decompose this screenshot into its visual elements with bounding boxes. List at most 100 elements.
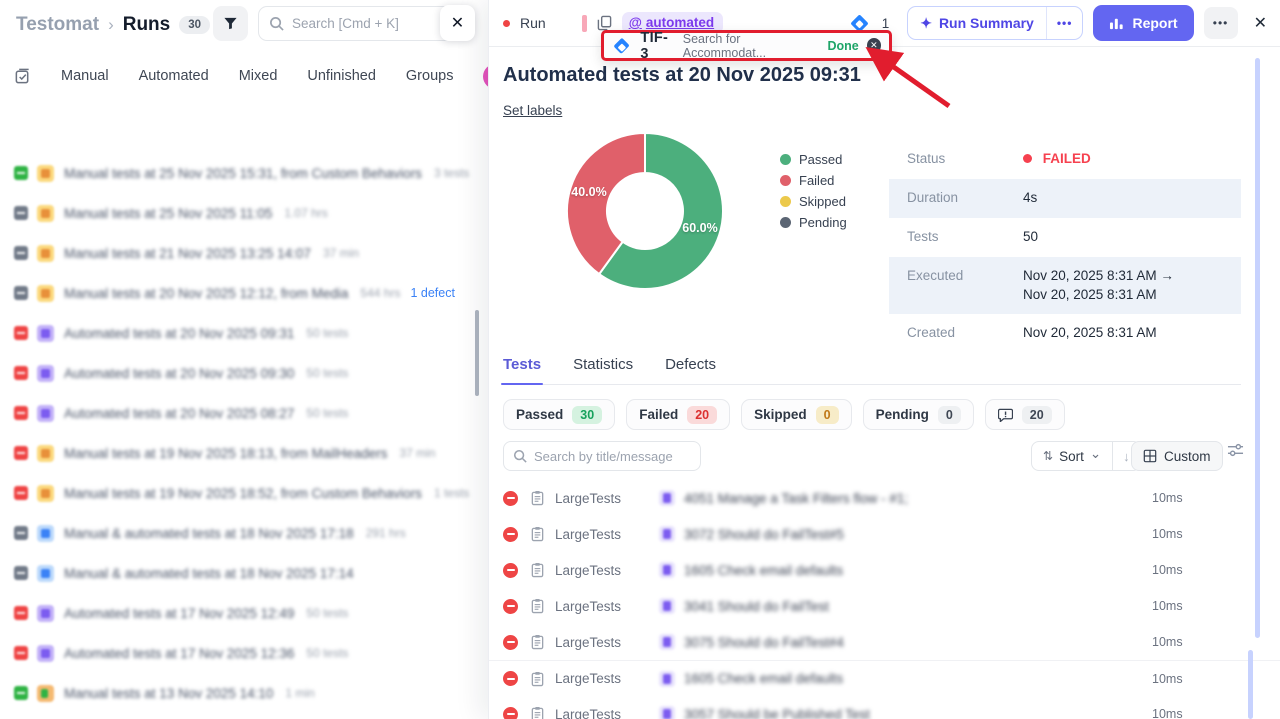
run-list-item[interactable]: Manual tests at 25 Nov 2025 15:31, from …: [0, 153, 488, 193]
test-row[interactable]: LargeTests 1605 Check email defaults 10m…: [489, 660, 1280, 696]
test-search-input[interactable]: [534, 449, 684, 464]
run-meta: 291 hrs: [366, 526, 406, 540]
run-title: Manual tests at 13 Nov 2025 14:10: [64, 686, 273, 701]
test-id-badge: [659, 598, 675, 614]
run-type-icon: [37, 245, 54, 262]
legend-item-failed: Failed: [780, 170, 847, 191]
more-actions-button[interactable]: •••: [1204, 7, 1238, 39]
run-list-item[interactable]: Manual tests at 25 Nov 2025 11:05 1.07 h…: [0, 193, 488, 233]
test-results-list: LargeTests 4051 Manage a Task Filters fl…: [489, 480, 1280, 719]
test-duration: 10ms: [1152, 599, 1267, 613]
passed-dot-icon: [780, 154, 791, 165]
status-filter-chip[interactable]: Skipped 0: [741, 399, 851, 430]
run-meta: 1 min: [285, 686, 314, 700]
report-button[interactable]: Report: [1093, 5, 1193, 41]
test-suite-label: LargeTests: [555, 707, 643, 719]
report-label: Report: [1132, 15, 1177, 31]
run-type-icon: [37, 285, 54, 302]
copy-button[interactable]: [597, 15, 612, 31]
run-type-icon: [37, 165, 54, 182]
run-type-tab[interactable]: Unfinished: [307, 68, 376, 84]
global-search[interactable]: [258, 6, 456, 41]
run-list-item[interactable]: Automated tests at 20 Nov 2025 09:31 50 …: [0, 313, 488, 353]
run-status-icon: [14, 606, 28, 620]
sort-control: ⇅ Sort ⌄ ↓: [1031, 441, 1141, 471]
run-list-item[interactable]: Manual tests at 21 Nov 2025 13:25 14:07 …: [0, 233, 488, 273]
close-icon: ✕: [451, 13, 464, 33]
run-list-item[interactable]: Manual tests at 19 Nov 2025 18:13, from …: [0, 433, 488, 473]
panel-scrollbar[interactable]: [1255, 58, 1260, 638]
test-row[interactable]: LargeTests 3075 Should do FailTest#4 10m…: [489, 624, 1280, 660]
run-list-item[interactable]: Manual & automated tests at 18 Nov 2025 …: [0, 513, 488, 553]
run-list-item[interactable]: Automated tests at 17 Nov 2025 12:49 50 …: [0, 593, 488, 633]
run-meta: 37 min: [323, 246, 359, 260]
failed-test-icon: [503, 563, 518, 578]
custom-columns-button[interactable]: Custom: [1131, 441, 1223, 471]
detail-tab[interactable]: Statistics: [573, 356, 633, 384]
test-row[interactable]: LargeTests 3057 Should be Published Test…: [489, 696, 1280, 719]
status-filter-chip[interactable]: Pending 0: [863, 399, 974, 430]
test-row[interactable]: LargeTests 3072 Should do FailTest#5 10m…: [489, 516, 1280, 552]
test-title: 3072 Should do FailTest#5: [684, 527, 1152, 542]
search-close-button[interactable]: ✕: [440, 5, 475, 41]
run-list-item[interactable]: Automated tests at 17 Nov 2025 12:36 50 …: [0, 633, 488, 673]
bar-chart-icon: [1109, 16, 1124, 30]
runs-list-panel: Testomat › Runs 30 ✕ ManualAutomatedMixe…: [0, 0, 488, 719]
run-meta: 1.07 hrs: [284, 206, 327, 220]
run-type-tab[interactable]: Mixed: [239, 68, 278, 84]
display-settings-button[interactable]: [1227, 442, 1244, 458]
info-label: Status: [907, 150, 1023, 169]
run-detail-panel: Run @ automated 1 ✦ Run Summary ••• Repo…: [488, 0, 1280, 719]
run-list-item[interactable]: Manual tests at 20 Nov 2025 12:12, from …: [0, 273, 488, 313]
run-summary-more-button[interactable]: •••: [1046, 7, 1083, 39]
run-type-tab[interactable]: Manual: [61, 68, 109, 84]
status-filter-chip[interactable]: Failed 20: [626, 399, 730, 430]
run-type-tab[interactable]: Automated: [139, 68, 209, 84]
run-type-tab[interactable]: Groups: [406, 68, 454, 84]
milestone-color-bar[interactable]: [582, 15, 587, 32]
test-row[interactable]: LargeTests 3041 Should do FailTest 10ms: [489, 588, 1280, 624]
detail-tab[interactable]: Defects: [665, 356, 716, 384]
info-value: Nov 20, 2025 8:31 AM → Nov 20, 2025 8:31…: [1023, 267, 1174, 305]
filter-button[interactable]: [213, 6, 248, 41]
test-list-scrollbar[interactable]: [1248, 650, 1253, 719]
info-label: Duration: [907, 189, 1023, 208]
run-summary-button[interactable]: ✦ Run Summary •••: [907, 6, 1083, 40]
close-panel-button[interactable]: ✕: [1254, 13, 1267, 33]
test-row[interactable]: LargeTests 4051 Manage a Task Filters fl…: [489, 480, 1280, 516]
custom-label: Custom: [1164, 449, 1211, 464]
test-suite-label: LargeTests: [555, 599, 643, 614]
clipboard-icon: [530, 490, 545, 506]
run-status-icon: [14, 686, 28, 700]
test-id-badge: [659, 562, 675, 578]
global-search-input[interactable]: [292, 16, 422, 31]
run-type-icon: [37, 445, 54, 462]
detail-tab[interactable]: Tests: [503, 356, 541, 384]
run-list-item[interactable]: Automated tests at 20 Nov 2025 08:27 50 …: [0, 393, 488, 433]
test-search[interactable]: [503, 441, 701, 471]
run-meta: 50 tests: [306, 406, 348, 420]
comments-filter-chip[interactable]: 20: [985, 399, 1065, 430]
run-type-icon: [37, 645, 54, 662]
run-status-icon: [14, 486, 28, 500]
run-defect-link[interactable]: 1 defect: [410, 286, 454, 300]
sort-button[interactable]: ⇅ Sort ⌄: [1032, 442, 1112, 470]
run-list-item[interactable]: Automated tests at 20 Nov 2025 09:30 50 …: [0, 353, 488, 393]
clipboard-icon: [530, 634, 545, 650]
run-list-item[interactable]: Manual tests at 19 Nov 2025 18:52, from …: [0, 473, 488, 513]
test-row[interactable]: LargeTests 1605 Check email defaults 10m…: [489, 552, 1280, 588]
failed-test-icon: [503, 491, 518, 506]
run-title: Automated tests at 20 Nov 2025 09:31: [64, 326, 294, 341]
run-type-icon: [37, 605, 54, 622]
clipboard-icon: [530, 562, 545, 578]
run-list-item[interactable]: Manual tests at 13 Nov 2025 14:10 1 min: [0, 673, 488, 713]
status-filter-chip[interactable]: Passed 30: [503, 399, 615, 430]
set-labels-link[interactable]: Set labels: [503, 103, 562, 118]
run-status-icon: [14, 446, 28, 460]
select-all-icon[interactable]: [14, 68, 31, 85]
run-list-item[interactable]: Manual & automated tests at 18 Nov 2025 …: [0, 553, 488, 593]
tooltip-close-button[interactable]: ✕: [867, 38, 881, 53]
left-scrollbar[interactable]: [475, 310, 479, 396]
test-id-badge: [659, 490, 675, 506]
jira-issue-key[interactable]: TIF-3: [640, 30, 674, 62]
